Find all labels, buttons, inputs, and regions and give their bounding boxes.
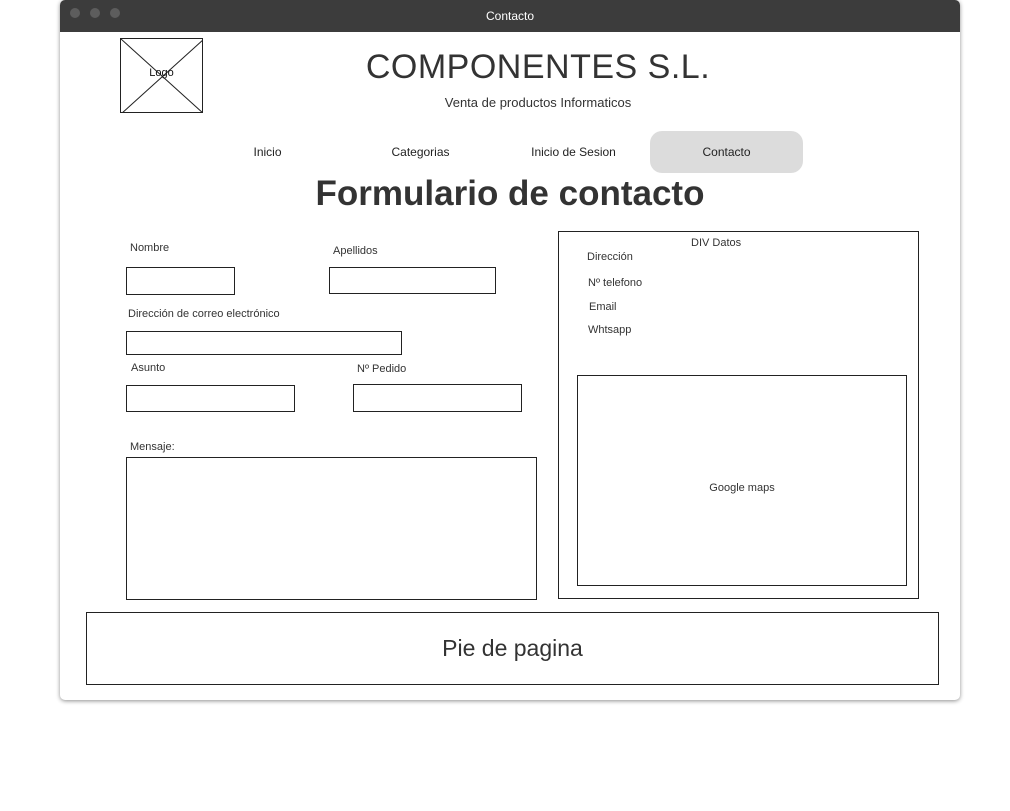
asunto-label: Asunto bbox=[131, 362, 166, 374]
email-label: Dirección de correo electrónico bbox=[128, 308, 280, 320]
tagline: Venta de productos Informaticos bbox=[444, 95, 632, 110]
pedido-label: Nº Pedido bbox=[357, 363, 407, 375]
form-title: Formulario de contacto bbox=[315, 174, 705, 213]
company-name: COMPONENTES S.L. bbox=[365, 48, 711, 86]
window-title: Contacto bbox=[485, 9, 535, 23]
browser-window: Contacto Logo COMPONENTES S.L. Venta de … bbox=[60, 0, 960, 700]
footer-text: Pie de pagina bbox=[442, 635, 583, 661]
logo-placeholder: Logo bbox=[120, 38, 203, 113]
logo-label: Logo bbox=[149, 67, 174, 79]
datos-heading: DIV Datos bbox=[691, 237, 742, 249]
datos-whatsapp: Whtsapp bbox=[588, 324, 632, 336]
datos-direccion: Dirección bbox=[587, 251, 633, 263]
nav-item-inicio-de-sesion[interactable]: Inicio de Sesion bbox=[497, 131, 650, 173]
nombre-label: Nombre bbox=[130, 242, 170, 254]
apellidos-label: Apellidos bbox=[333, 245, 378, 257]
asunto-input[interactable] bbox=[126, 385, 295, 412]
mensaje-label: Mensaje: bbox=[130, 441, 175, 453]
google-maps-placeholder[interactable]: Google maps bbox=[577, 375, 907, 586]
datos-telefono: Nº telefono bbox=[588, 277, 643, 289]
datos-panel: DIV Datos Dirección Nº telefono Email Wh… bbox=[558, 231, 919, 599]
google-maps-label: Google maps bbox=[709, 482, 775, 494]
mensaje-textarea[interactable] bbox=[126, 457, 537, 600]
apellidos-input[interactable] bbox=[329, 267, 496, 294]
datos-email: Email bbox=[589, 301, 617, 313]
title-bar: Contacto bbox=[60, 0, 960, 32]
pedido-input[interactable] bbox=[353, 384, 522, 412]
nombre-input[interactable] bbox=[126, 267, 235, 295]
nav-item-contacto[interactable]: Contacto bbox=[650, 131, 803, 173]
nav-item-inicio[interactable]: Inicio bbox=[191, 131, 344, 173]
page-footer: Pie de pagina bbox=[86, 612, 939, 685]
email-input[interactable] bbox=[126, 331, 402, 355]
nav-item-categorias[interactable]: Categorias bbox=[344, 131, 497, 173]
